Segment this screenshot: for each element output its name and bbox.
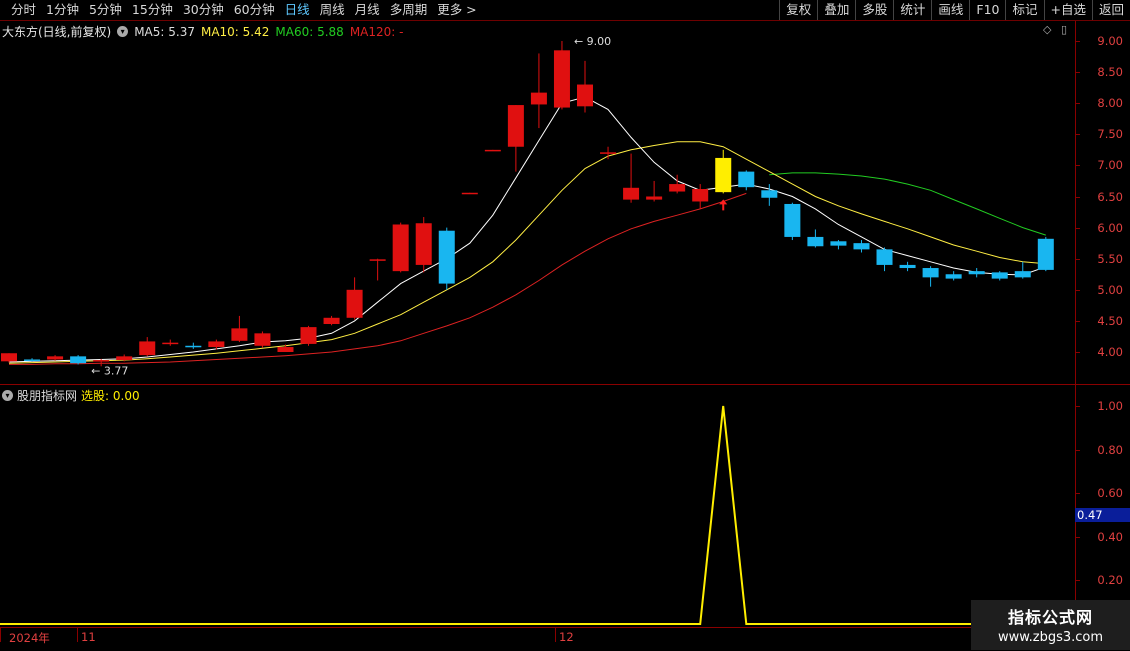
indicator-tick: 0.20 [1097, 573, 1123, 588]
indicator-line [0, 405, 1075, 625]
panel-icon[interactable]: ▯ [1061, 23, 1067, 36]
y-axis: 9.00 8.50 8.00 7.50 7.00 6.50 6.00 5.50 5.00 4.50… [1075, 21, 1130, 626]
x-label-nov: 11 [81, 630, 96, 644]
x-label-dec: 12 [559, 630, 574, 644]
indicator-tick: 0.60 [1097, 486, 1123, 501]
indicator-tick: 1.00 [1097, 399, 1123, 413]
indicator-value: 选股: 0.00 [81, 389, 140, 403]
price-tick: 8.50 [1097, 65, 1123, 80]
indicator-tick: 0.40 [1097, 529, 1123, 544]
tool-button-8[interactable]: 返回 [1091, 0, 1130, 20]
price-pane: 大东方(日线,前复权) ▾ MA5: 5.37 MA10: 5.42 MA60:… [0, 21, 1075, 384]
price-tick: 6.50 [1097, 189, 1123, 204]
watermark-title: 指标公式网 [1007, 608, 1093, 627]
watermark: 指标公式网 www.zbgs3.com [971, 600, 1130, 650]
current-value-marker: 0.47 [1075, 508, 1130, 522]
pane-divider [0, 384, 1075, 385]
price-legend: 大东方(日线,前复权) ▾ MA5: 5.37 MA10: 5.42 MA60:… [2, 23, 409, 40]
price-tick: 5.00 [1097, 282, 1123, 297]
x-label-year: 2024年 [9, 631, 50, 645]
indicator-legend: ▾ 股朋指标网 选股: 0.00 [2, 387, 140, 404]
diamond-icon[interactable]: ◇ [1043, 23, 1051, 36]
indicator-settings-icon[interactable]: ▾ [2, 390, 13, 401]
price-tick: 4.00 [1097, 345, 1123, 359]
indicator-tick: 0.80 [1097, 442, 1123, 457]
price-tick: 5.50 [1097, 251, 1123, 266]
ma5-label: MA5: 5.37 [134, 24, 195, 39]
price-tick: 7.00 [1097, 158, 1123, 173]
ma60-label: MA60: 5.88 [275, 24, 344, 39]
indicator-name[interactable]: 股朋指标网 [17, 387, 77, 404]
x-axis: 2024年 11 12 [0, 627, 1075, 651]
price-tick: 9.00 [1097, 34, 1123, 48]
ma120-label: MA120: - [349, 24, 404, 39]
price-tick: 4.50 [1097, 313, 1123, 328]
price-tick: 6.00 [1097, 220, 1123, 235]
settings-circle-icon[interactable]: ▾ [117, 26, 129, 37]
watermark-url: www.zbgs3.com [997, 630, 1104, 645]
corner-icons: ◇ ▯ [1043, 23, 1067, 36]
stock-name[interactable]: 大东方(日线,前复权) [2, 23, 111, 40]
price-tick: 8.00 [1097, 96, 1123, 111]
price-tick: 7.50 [1097, 127, 1123, 142]
ma10-label: MA10: 5.42 [200, 24, 270, 39]
